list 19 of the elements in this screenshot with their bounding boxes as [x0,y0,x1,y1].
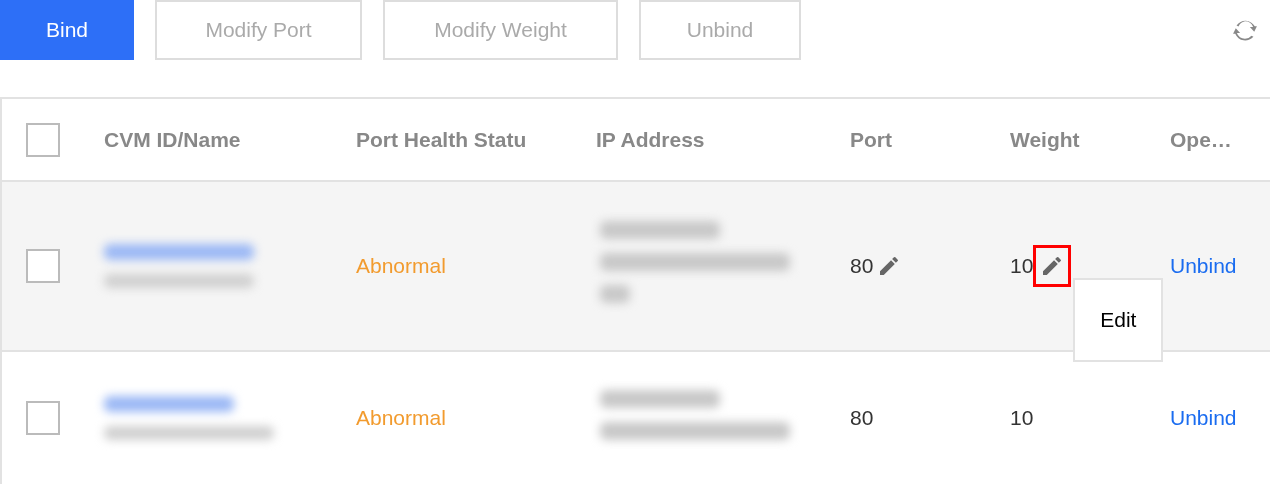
health-status: Abnormal [356,254,446,278]
weight-value: 10 [1010,254,1034,278]
toolbar-button[interactable]: Bind [0,0,134,60]
port-value: 80 [850,406,874,430]
column-header: Port Health Statu [356,127,527,152]
column-header: CVM ID/Name [104,127,241,152]
column-header: IP Address [596,127,705,152]
checkbox[interactable] [26,122,60,157]
unbind-link[interactable]: Unbind [1170,406,1237,430]
checkbox[interactable] [26,401,60,435]
column-header: Weight [1010,127,1080,152]
weight-value: 10 [1010,406,1034,430]
tooltip: Edit [1073,278,1164,362]
checkbox[interactable] [26,249,60,283]
column-header: Ope… [1170,127,1232,152]
column-header: Port [850,127,892,152]
health-status: Abnormal [356,406,446,430]
port-value: 80 [850,254,874,278]
unbind-link[interactable]: Unbind [1170,254,1237,278]
